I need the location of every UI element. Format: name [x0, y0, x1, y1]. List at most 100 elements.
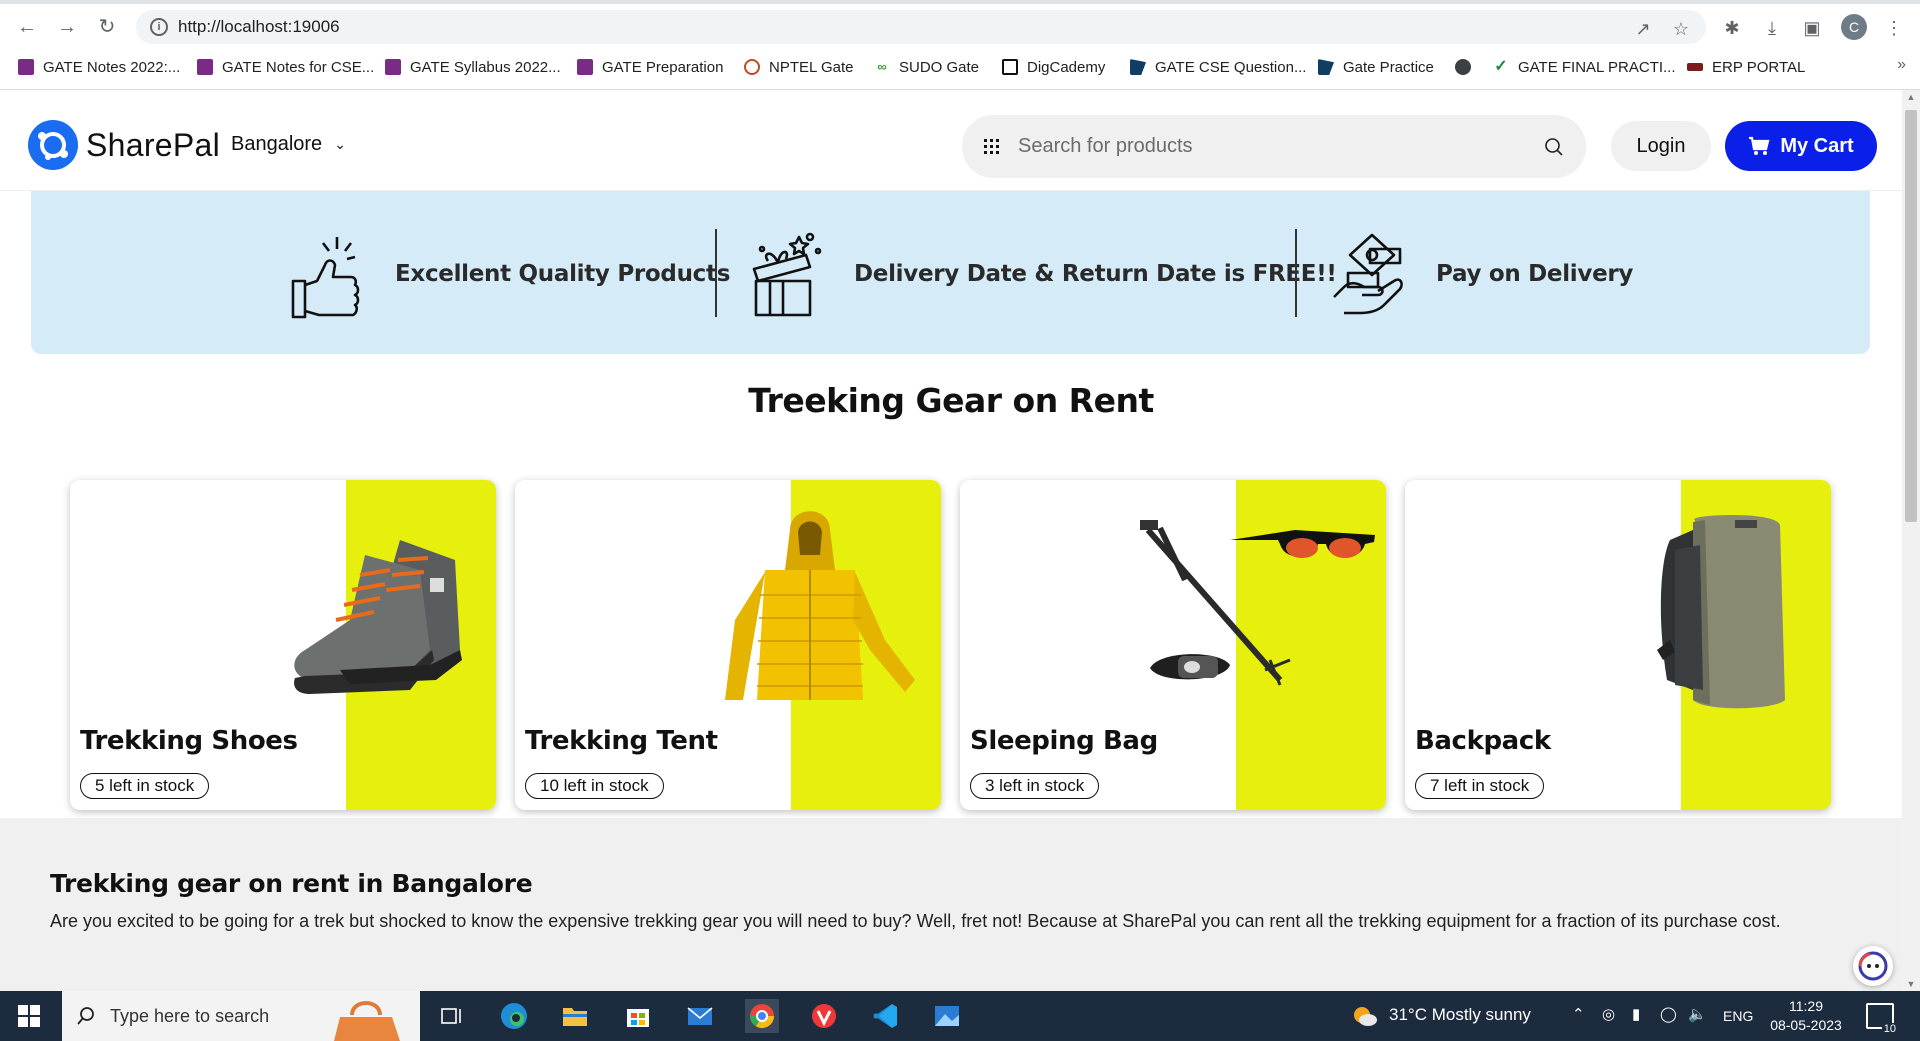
feature-quality: Excellent Quality Products [289, 229, 730, 319]
bookmark-favicon-icon [1002, 59, 1018, 75]
language-indicator[interactable]: ENG [1723, 1008, 1753, 1024]
chrome-icon[interactable] [745, 999, 779, 1033]
sunglasses-poles-headlamp-icon [1140, 520, 1375, 686]
bookmark-item[interactable]: ✓ GATE FINAL PRACTI... [1493, 56, 1676, 78]
bookmark-item[interactable]: ∞ SUDO Gate [874, 56, 979, 78]
stock-badge: 5 left in stock [80, 773, 210, 799]
bookmark-item[interactable]: ERP PORTAL [1687, 56, 1805, 78]
bookmark-favicon-icon: ✓ [1493, 58, 1509, 75]
stock-badge: 10 left in stock [525, 773, 664, 799]
feature-label: Excellent Quality Products [395, 261, 731, 287]
bookmark-label: GATE Syllabus 2022... [410, 58, 561, 76]
search-bar[interactable] [962, 115, 1586, 178]
product-name: Trekking Tent [525, 726, 718, 756]
chevron-down-icon: ⌄ [334, 136, 346, 152]
my-cart-button[interactable]: My Cart [1725, 121, 1877, 171]
forward-icon[interactable]: → [54, 14, 80, 40]
seo-info-section: Trekking gear on rent in Bangalore Are y… [0, 818, 1902, 991]
reload-icon[interactable]: ↻ [94, 14, 120, 40]
address-bar[interactable]: i http://localhost:19006 ↗ ☆ [136, 10, 1706, 44]
product-card-trekking-tent[interactable]: Trekking Tent 10 left in stock [515, 480, 941, 810]
bookmark-item[interactable]: DigCademy [1002, 56, 1105, 78]
share-icon[interactable]: ↗ [1632, 18, 1654, 40]
feature-pay-on-delivery: Pay on Delivery [1330, 229, 1633, 319]
bookmark-item[interactable]: GATE Notes 2022:... [18, 56, 180, 78]
bookmark-label: GATE Preparation [602, 58, 724, 76]
vivaldi-icon[interactable] [807, 999, 841, 1033]
vscode-icon[interactable] [868, 999, 902, 1033]
bookmark-favicon-icon [1318, 59, 1334, 75]
login-button[interactable]: Login [1611, 121, 1711, 171]
down-jacket-icon [725, 511, 915, 700]
profile-avatar[interactable]: C [1841, 14, 1867, 40]
page-viewport: SharePal Bangalore ⌄ Login [0, 90, 1920, 991]
task-view-icon[interactable] [434, 999, 468, 1033]
microsoft-store-icon[interactable] [621, 999, 655, 1033]
bookmark-favicon-icon [197, 59, 213, 75]
search-icon[interactable] [1544, 137, 1564, 157]
site-info-icon[interactable]: i [150, 18, 168, 36]
taskbar-search-box[interactable]: Type here to search [62, 991, 420, 1041]
bookmark-favicon-icon [577, 59, 593, 75]
bookmark-favicon-icon: ∞ [874, 59, 890, 75]
windows-taskbar: Type here to search 31°C Mostly sunny ⌃ … [0, 991, 1920, 1041]
tab-strip [0, 0, 1920, 4]
volume-icon[interactable]: 🔈 [1688, 1005, 1707, 1023]
product-card-sleeping-bag[interactable]: Sleeping Bag 3 left in stock [960, 480, 1386, 810]
scroll-down-arrow-icon[interactable]: ▼ [1906, 979, 1916, 989]
info-text: Are you excited to be going for a trek b… [50, 911, 1781, 931]
bookmark-favicon-icon [744, 59, 760, 75]
grid-menu-icon[interactable] [984, 139, 999, 154]
windows-start-icon[interactable] [18, 1005, 40, 1027]
cash-in-hand-icon [1333, 233, 1403, 315]
bookmark-label: GATE CSE Question... [1155, 58, 1307, 76]
download-icon[interactable]: ⤓ [1760, 16, 1784, 40]
taskbar-search-placeholder: Type here to search [110, 1006, 270, 1026]
meet-now-icon[interactable]: ◯ [1660, 1005, 1677, 1023]
bookmark-item[interactable]: GATE Preparation [577, 56, 723, 78]
sharepal-logo-icon[interactable] [28, 120, 78, 170]
search-input[interactable] [1018, 129, 1518, 163]
bookmarks-overflow-icon[interactable]: » [1897, 56, 1906, 74]
feature-free-delivery: Delivery Date & Return Date is FREE!! [748, 229, 1337, 319]
wifi-icon[interactable]: ◎ [1602, 1005, 1615, 1023]
notification-center-icon[interactable]: 10 [1866, 1003, 1898, 1035]
bookmark-label: DigCademy [1027, 58, 1106, 76]
photos-icon[interactable] [930, 999, 964, 1033]
product-name: Backpack [1415, 726, 1551, 756]
battery-icon[interactable]: ▮ [1632, 1005, 1640, 1023]
product-card-backpack[interactable]: Backpack 7 left in stock [1405, 480, 1831, 810]
menu-kebab-icon[interactable]: ⋮ [1882, 16, 1906, 40]
bookmark-item[interactable]: GATE Syllabus 2022... [385, 56, 561, 78]
back-icon[interactable]: ← [14, 14, 40, 40]
city-selector[interactable]: Bangalore ⌄ [231, 133, 346, 156]
clock-date: 08-05-2023 [1770, 1017, 1842, 1033]
product-name: Trekking Shoes [80, 726, 298, 756]
side-panel-icon[interactable]: ▣ [1800, 16, 1824, 40]
weather-text[interactable]: 31°C Mostly sunny [1389, 1005, 1531, 1025]
extensions-icon[interactable]: ✱ [1720, 16, 1744, 40]
bookmark-item[interactable]: NPTEL Gate [744, 56, 853, 78]
bookmark-item[interactable]: GATE Notes for CSE... [197, 56, 374, 78]
scroll-up-arrow-icon[interactable]: ▲ [1906, 92, 1916, 102]
bookmark-item[interactable]: GATE CSE Question... [1130, 56, 1306, 78]
bookmark-item[interactable]: Gate Practice [1318, 56, 1434, 78]
tray-overflow-chevron-icon[interactable]: ⌃ [1572, 1005, 1585, 1023]
bookmark-item[interactable] [1455, 56, 1480, 78]
mail-icon[interactable] [683, 999, 717, 1033]
features-banner: Excellent Quality Products Delivery Date… [31, 191, 1870, 354]
stock-badge: 7 left in stock [1415, 773, 1545, 799]
edge-browser-icon[interactable] [497, 999, 531, 1033]
info-title: Trekking gear on rent in Bangalore [50, 869, 533, 898]
bookmark-label: NPTEL Gate [769, 58, 854, 76]
chat-widget-icon[interactable] [1853, 946, 1893, 986]
file-explorer-icon[interactable] [558, 999, 592, 1033]
scroll-thumb[interactable] [1905, 110, 1917, 522]
brand-name[interactable]: SharePal [86, 127, 220, 164]
bookmark-label: GATE FINAL PRACTI... [1518, 58, 1676, 76]
product-card-trekking-shoes[interactable]: Trekking Shoes 5 left in stock [70, 480, 496, 810]
bookmark-star-icon[interactable]: ☆ [1670, 18, 1692, 40]
gift-box-icon [752, 232, 822, 317]
page-scrollbar[interactable]: ▲ ▼ [1902, 90, 1920, 991]
clock[interactable]: 11:29 08-05-2023 [1766, 997, 1846, 1035]
